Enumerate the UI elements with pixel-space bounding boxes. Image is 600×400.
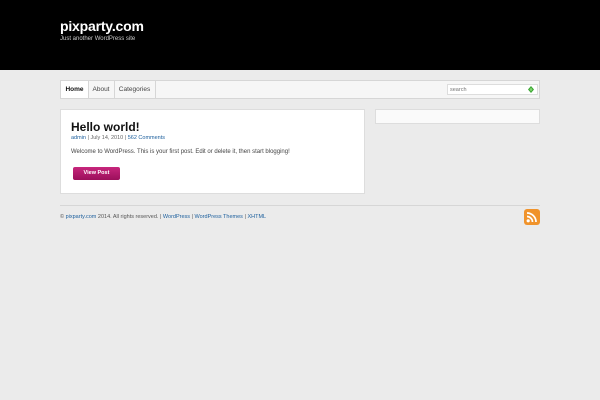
nav-bar: Home About Categories bbox=[60, 80, 540, 99]
post-comments-link[interactable]: 562 Comments bbox=[128, 135, 165, 141]
footer-divider bbox=[60, 205, 540, 206]
post-meta: admin | July 14, 2010 | 562 Comments bbox=[71, 135, 165, 141]
footer-wordpress-link[interactable]: WordPress bbox=[163, 214, 190, 220]
nav-item-about[interactable]: About bbox=[88, 81, 115, 98]
footer-site-link[interactable]: pixparty.com bbox=[66, 214, 97, 220]
nav-item-categories[interactable]: Categories bbox=[114, 81, 156, 98]
post-author-link[interactable]: admin bbox=[71, 135, 86, 141]
site-header: pixparty.com Just another WordPress site bbox=[0, 0, 600, 70]
arrow-icon[interactable] bbox=[528, 86, 534, 93]
sidebar-widget bbox=[375, 109, 540, 124]
rss-icon[interactable] bbox=[524, 209, 540, 225]
footer-rights: 2014. All rights reserved. | bbox=[96, 214, 163, 220]
search-input[interactable] bbox=[448, 85, 528, 94]
post-excerpt: Welcome to WordPress. This is your first… bbox=[71, 149, 290, 155]
view-post-button[interactable]: View Post bbox=[73, 167, 120, 180]
search-box bbox=[447, 84, 538, 95]
post-title[interactable]: Hello world! bbox=[71, 120, 140, 134]
site-title[interactable]: pixparty.com bbox=[60, 18, 144, 34]
footer-text: © pixparty.com 2014. All rights reserved… bbox=[60, 214, 266, 220]
site-tagline: Just another WordPress site bbox=[60, 36, 136, 42]
post-card: Hello world! admin | July 14, 2010 | 562… bbox=[60, 109, 365, 194]
post-date: July 14, 2010 bbox=[90, 135, 124, 141]
footer-xhtml-link[interactable]: XHTML bbox=[247, 214, 266, 220]
footer-themes-link[interactable]: WordPress Themes bbox=[195, 214, 243, 220]
nav-item-home[interactable]: Home bbox=[61, 81, 89, 98]
